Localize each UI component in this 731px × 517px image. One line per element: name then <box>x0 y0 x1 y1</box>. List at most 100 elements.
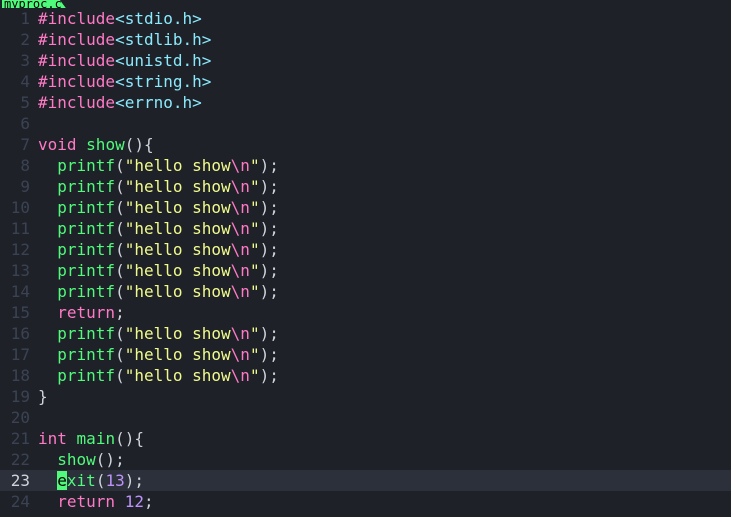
escape: \n <box>231 198 250 217</box>
code-line: 1 #include<stdio.h> <box>0 8 731 29</box>
code-line: 15 return; <box>0 302 731 323</box>
code-line: 10 printf("hello show\n"); <box>0 197 731 218</box>
line-number: 14 <box>0 281 30 302</box>
tab-current[interactable]: myproc.c <box>2 0 66 8</box>
line-number: 7 <box>0 134 30 155</box>
code-line: 14 printf("hello show\n"); <box>0 281 731 302</box>
include-header: <string.h> <box>115 72 211 91</box>
string-literal: "hello show\n" <box>125 345 260 364</box>
line-number: 6 <box>0 113 30 134</box>
code-line: 5 #include<errno.h> <box>0 92 731 113</box>
include-header: <unistd.h> <box>115 51 211 70</box>
escape: \n <box>231 261 250 280</box>
code-line: 16 printf("hello show\n"); <box>0 323 731 344</box>
call-printf: printf <box>57 282 115 301</box>
code-line: 21 int main(){ <box>0 428 731 449</box>
string-literal: "hello show\n" <box>125 261 260 280</box>
code-line: 11 printf("hello show\n"); <box>0 218 731 239</box>
code-line: 22 show(); <box>0 449 731 470</box>
line-number: 19 <box>0 386 30 407</box>
line-number: 11 <box>0 218 30 239</box>
code-line: 24 return 12; <box>0 491 731 512</box>
string-literal: "hello show\n" <box>125 177 260 196</box>
code-line: 20 <box>0 407 731 428</box>
code-line-current: 23 exit(13); <box>0 470 731 491</box>
code-line: 19 } <box>0 386 731 407</box>
escape: \n <box>231 219 250 238</box>
escape: \n <box>231 345 250 364</box>
preproc: #include <box>38 30 115 49</box>
escape: \n <box>231 177 250 196</box>
string-literal: "hello show\n" <box>125 240 260 259</box>
call-printf: printf <box>57 261 115 280</box>
tab-bar: myproc.c <box>0 0 731 8</box>
line-number: 2 <box>0 29 30 50</box>
call-printf: printf <box>57 240 115 259</box>
string-literal: "hello show\n" <box>125 282 260 301</box>
code-line: 7 void show(){ <box>0 134 731 155</box>
escape: \n <box>231 282 250 301</box>
line-number: 8 <box>0 155 30 176</box>
code-line: 13 printf("hello show\n"); <box>0 260 731 281</box>
function-name: main <box>77 429 116 448</box>
number-literal: 13 <box>105 471 124 490</box>
preproc: #include <box>38 51 115 70</box>
call-printf: printf <box>57 324 115 343</box>
code-line: 9 printf("hello show\n"); <box>0 176 731 197</box>
code-line: 6 <box>0 113 731 134</box>
code-line: 3 #include<unistd.h> <box>0 50 731 71</box>
line-number: 20 <box>0 407 30 428</box>
line-number: 18 <box>0 365 30 386</box>
call-printf: printf <box>57 198 115 217</box>
escape: \n <box>231 240 250 259</box>
function-name: show <box>86 135 125 154</box>
code-line: 12 printf("hello show\n"); <box>0 239 731 260</box>
code-line: 2 #include<stdlib.h> <box>0 29 731 50</box>
line-number: 21 <box>0 428 30 449</box>
line-number-current: 23 <box>0 470 30 491</box>
include-header: <stdio.h> <box>115 9 202 28</box>
line-number: 24 <box>0 491 30 512</box>
preproc: #include <box>38 93 115 112</box>
call-exit: xit <box>67 471 96 490</box>
include-header: <stdlib.h> <box>115 30 211 49</box>
code-line: 18 printf("hello show\n"); <box>0 365 731 386</box>
line-number: 5 <box>0 92 30 113</box>
code-line: 4 #include<string.h> <box>0 71 731 92</box>
punct: (){ <box>115 429 144 448</box>
line-number: 15 <box>0 302 30 323</box>
keyword: void <box>38 135 77 154</box>
line-number: 16 <box>0 323 30 344</box>
line-number: 13 <box>0 260 30 281</box>
code-line: 17 printf("hello show\n"); <box>0 344 731 365</box>
number-literal: 12 <box>125 492 144 511</box>
escape: \n <box>231 366 250 385</box>
string-literal: "hello show\n" <box>125 198 260 217</box>
cursor: e <box>57 471 67 490</box>
string-literal: "hello show\n" <box>125 156 260 175</box>
call-printf: printf <box>57 219 115 238</box>
string-literal: "hello show\n" <box>125 324 260 343</box>
line-number: 1 <box>0 8 30 29</box>
call-printf: printf <box>57 345 115 364</box>
escape: \n <box>231 324 250 343</box>
string-literal: "hello show\n" <box>125 366 260 385</box>
code-editor[interactable]: 1 #include<stdio.h> 2 #include<stdlib.h>… <box>0 8 731 512</box>
keyword: return <box>57 492 115 511</box>
punct: (){ <box>125 135 154 154</box>
escape: \n <box>231 156 250 175</box>
call-printf: printf <box>57 366 115 385</box>
line-number: 12 <box>0 239 30 260</box>
call-printf: printf <box>57 177 115 196</box>
line-number: 17 <box>0 344 30 365</box>
call-printf: printf <box>57 156 115 175</box>
line-number: 10 <box>0 197 30 218</box>
line-number: 22 <box>0 449 30 470</box>
call-show: show <box>57 450 96 469</box>
punct: } <box>38 387 48 406</box>
keyword: int <box>38 429 67 448</box>
line-number: 3 <box>0 50 30 71</box>
preproc: #include <box>38 9 115 28</box>
keyword: return <box>57 303 115 322</box>
line-number: 4 <box>0 71 30 92</box>
